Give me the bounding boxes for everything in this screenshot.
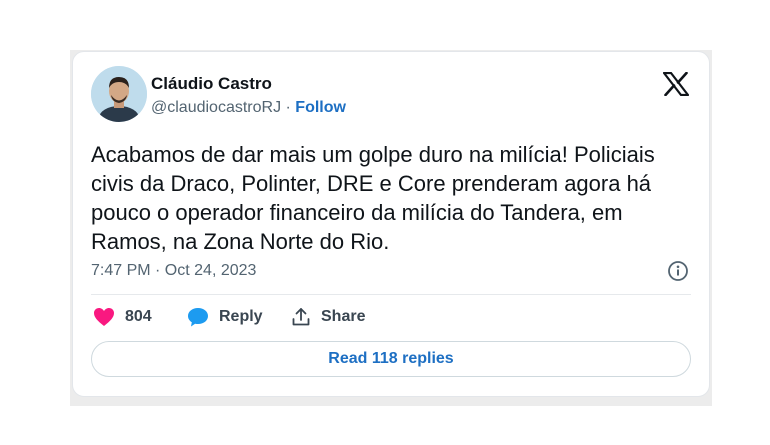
author-handle-row: @claudiocastroRJ · Follow — [151, 99, 346, 117]
share-icon — [292, 308, 310, 326]
author-name[interactable]: Cláudio Castro — [151, 74, 272, 94]
tweet-embed-card: Cláudio Castro @claudiocastroRJ · Follow… — [72, 51, 710, 397]
like-count: 804 — [125, 308, 152, 325]
x-logo-icon[interactable] — [662, 71, 690, 97]
handle-separator: · — [281, 99, 296, 116]
reply-bubble-icon — [188, 308, 208, 327]
share-label: Share — [321, 308, 366, 325]
follow-button[interactable]: Follow — [295, 99, 346, 116]
divider — [91, 294, 691, 295]
share-button[interactable]: Share — [291, 305, 365, 329]
reply-label: Reply — [219, 308, 263, 325]
tweet-text: Acabamos de dar mais um golpe duro na mi… — [91, 142, 655, 254]
like-button[interactable]: 804 — [93, 305, 152, 329]
tweet-timestamp[interactable]: 7:47 PM · Oct 24, 2023 — [91, 262, 256, 280]
author-handle[interactable]: @claudiocastroRJ — [151, 99, 281, 116]
author-avatar[interactable] — [91, 66, 147, 122]
read-replies-button[interactable]: Read 118 replies — [91, 341, 691, 377]
reply-button[interactable]: Reply — [187, 305, 263, 329]
heart-icon — [94, 308, 114, 326]
info-icon[interactable] — [667, 260, 689, 282]
